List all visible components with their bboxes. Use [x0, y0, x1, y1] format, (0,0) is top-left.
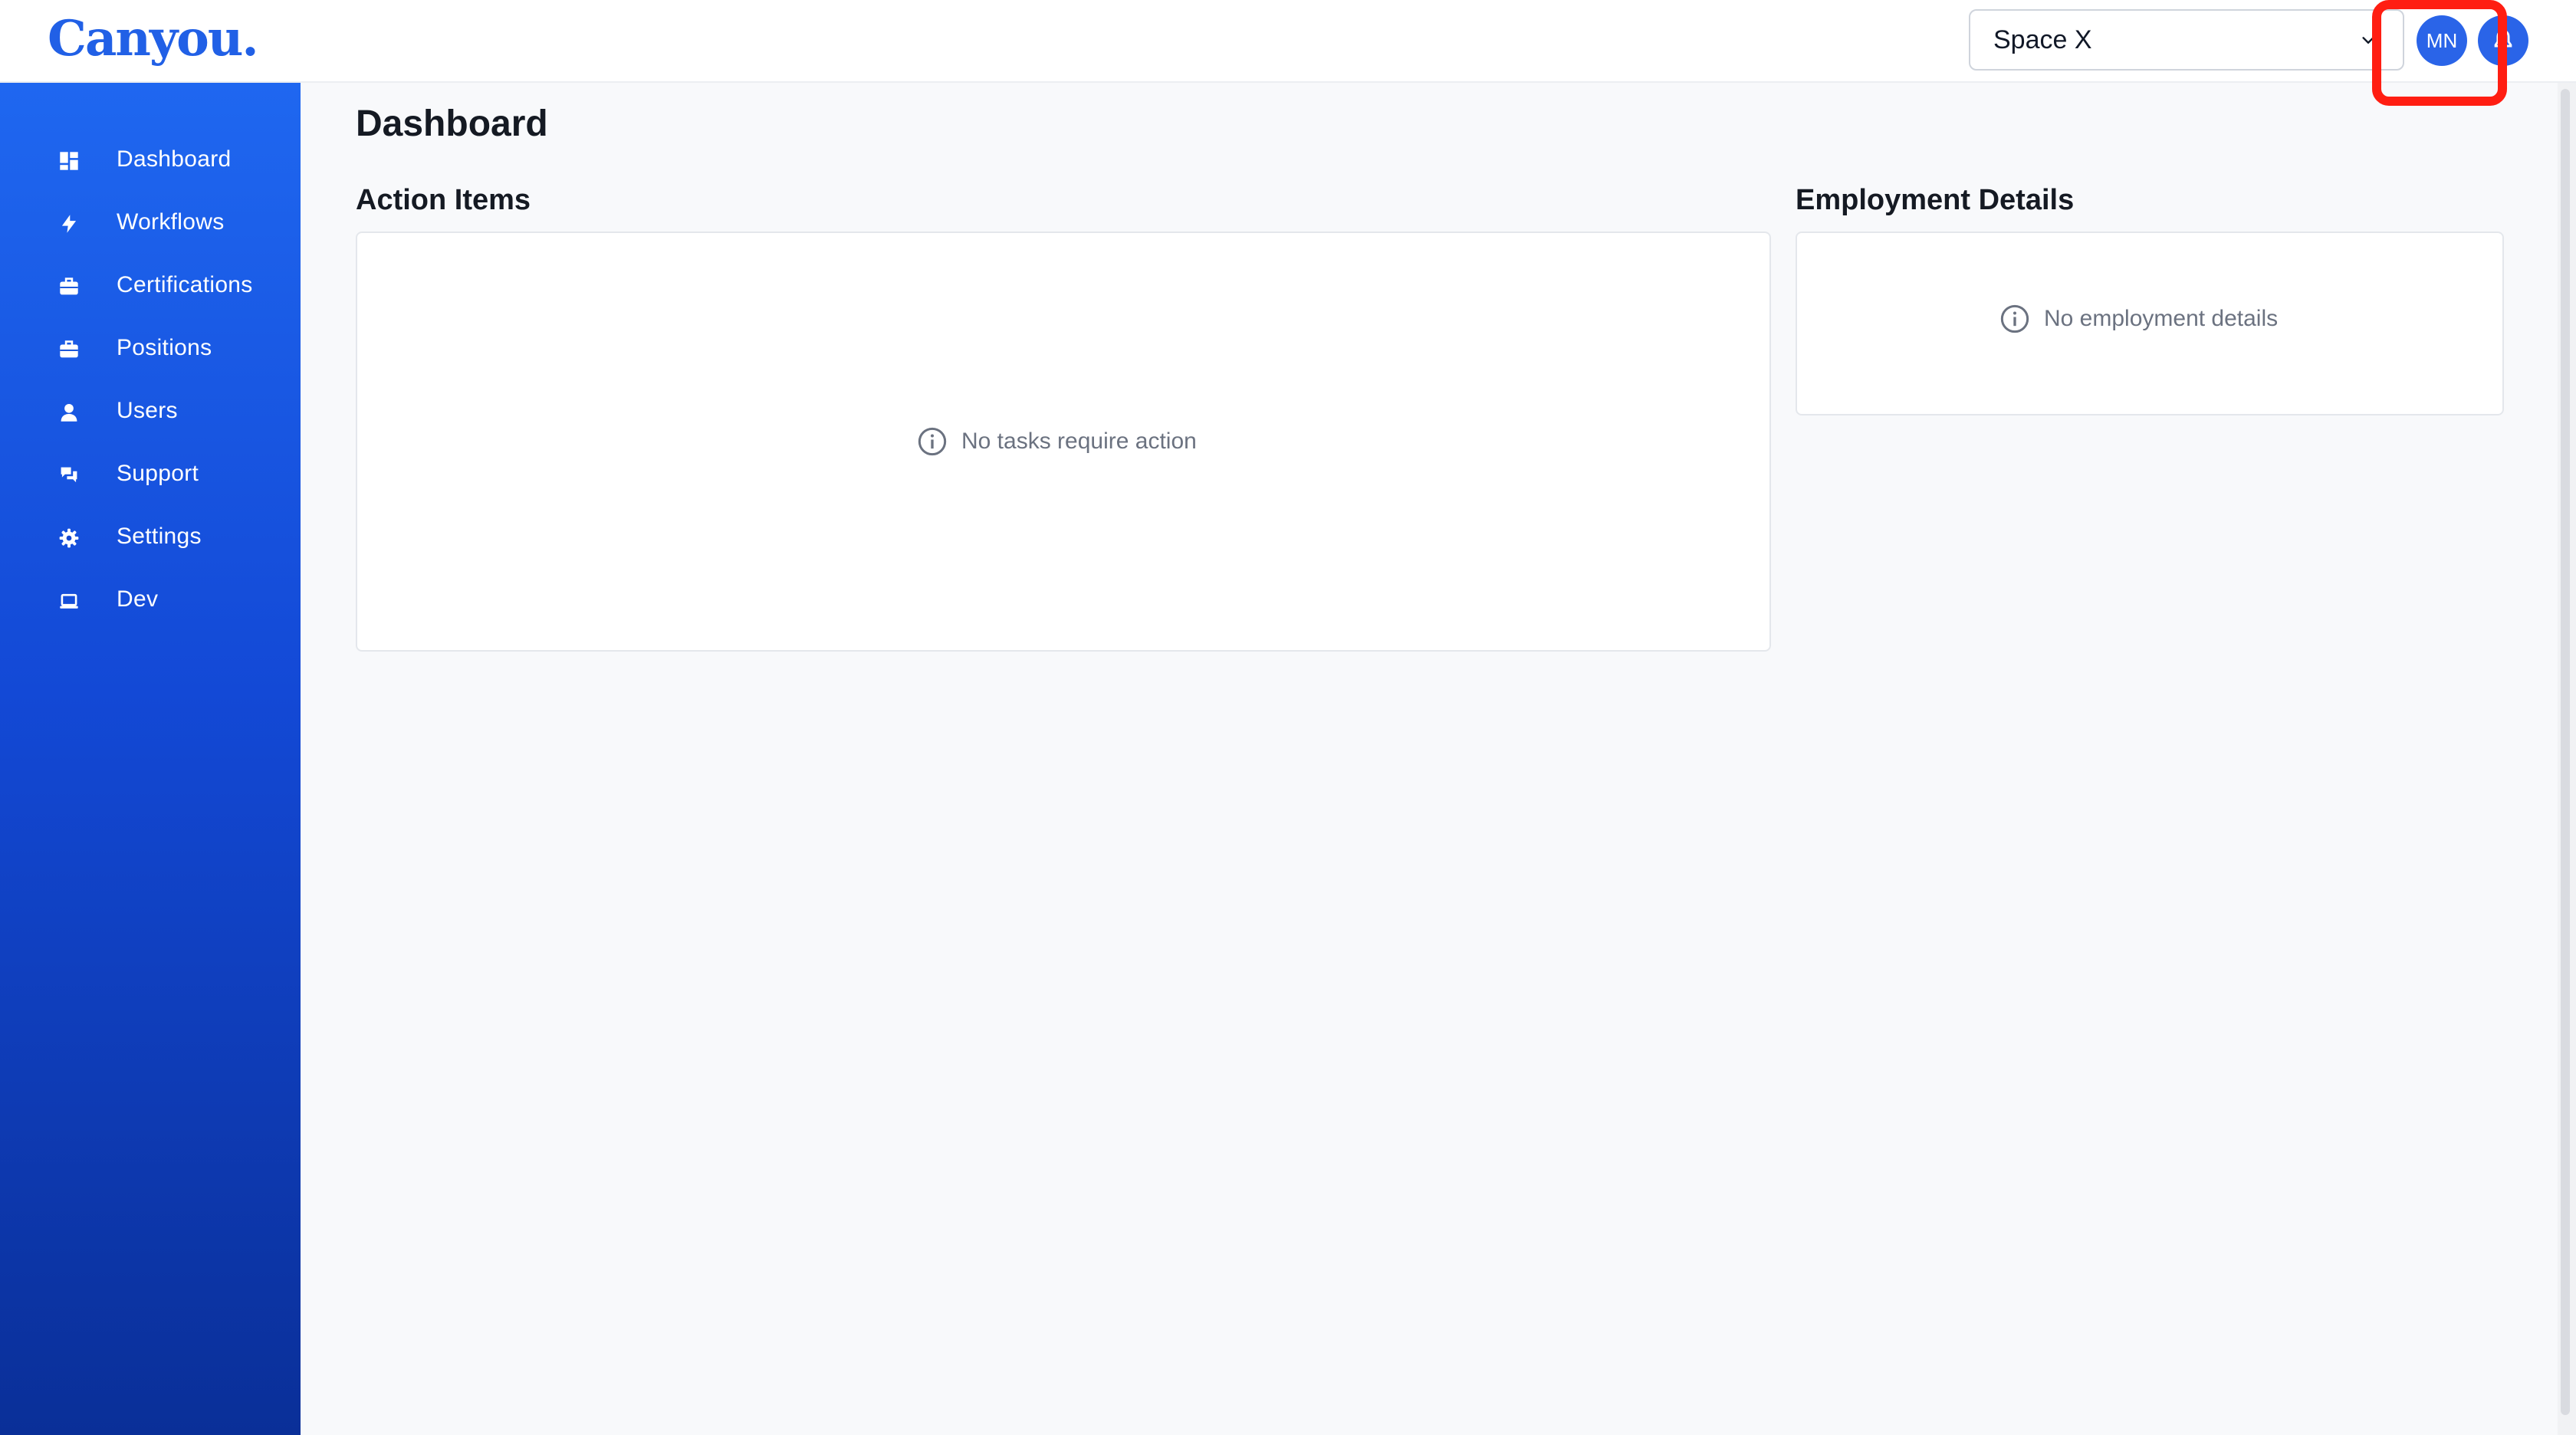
laptop-icon	[58, 590, 80, 612]
dashboard-grid-icon	[58, 150, 80, 172]
sidebar-item-label: Positions	[117, 335, 212, 360]
gear-icon	[58, 527, 80, 549]
employment-details-card: No employment details	[1796, 232, 2504, 415]
sidebar-item-dashboard[interactable]: Dashboard	[0, 130, 301, 189]
sidebar-item-users[interactable]: Users	[0, 382, 301, 440]
lightning-bolt-icon	[58, 213, 80, 235]
notifications-button[interactable]	[2478, 15, 2528, 66]
avatar-initials: MN	[2426, 28, 2458, 52]
top-header: Canyou. Space X MN	[0, 0, 2576, 83]
sidebar-item-positions[interactable]: Positions	[0, 319, 301, 377]
action-items-empty-state: No tasks require action	[917, 426, 1197, 457]
action-items-title: Action Items	[356, 184, 531, 216]
sidebar-item-settings[interactable]: Settings	[0, 507, 301, 566]
workspace-selected-value: Space X	[1993, 25, 2092, 54]
sidebar-item-label: Dashboard	[117, 146, 232, 172]
employment-details-empty-message: No employment details	[2044, 306, 2279, 331]
scrollbar-thumb[interactable]	[2561, 89, 2570, 1415]
briefcase-icon	[58, 339, 80, 360]
sidebar-item-label: Dev	[117, 586, 159, 612]
sidebar-item-dev[interactable]: Dev	[0, 570, 301, 629]
bell-icon	[2494, 29, 2512, 52]
user-icon	[58, 402, 80, 423]
chevron-down-icon	[2362, 37, 2374, 44]
employment-details-title: Employment Details	[1796, 184, 2075, 216]
chat-bubbles-icon	[58, 465, 80, 486]
sidebar-item-certifications[interactable]: Certifications	[0, 256, 301, 314]
sidebar-item-label: Users	[117, 398, 178, 423]
vertical-scrollbar[interactable]	[2558, 83, 2576, 1435]
canyou-logo[interactable]: Canyou.	[48, 5, 259, 74]
info-icon	[918, 427, 947, 456]
sidebar-item-label: Settings	[117, 524, 202, 549]
action-items-card: No tasks require action	[356, 232, 1771, 652]
workspace-select[interactable]: Space X	[1969, 9, 2404, 71]
sidebar-item-label: Certifications	[117, 272, 253, 297]
user-avatar-button[interactable]: MN	[2417, 15, 2467, 66]
sidebar: Dashboard Workflows Certifications Posit…	[0, 83, 301, 1435]
sidebar-item-label: Workflows	[117, 209, 225, 235]
info-icon	[2000, 304, 2029, 333]
employment-details-empty-state: No employment details	[1999, 304, 2278, 334]
sidebar-item-workflows[interactable]: Workflows	[0, 193, 301, 251]
page-title: Dashboard	[356, 103, 548, 144]
briefcase-icon	[58, 276, 80, 297]
sidebar-item-support[interactable]: Support	[0, 445, 301, 503]
action-items-empty-message: No tasks require action	[961, 429, 1197, 454]
sidebar-item-label: Support	[117, 461, 199, 486]
